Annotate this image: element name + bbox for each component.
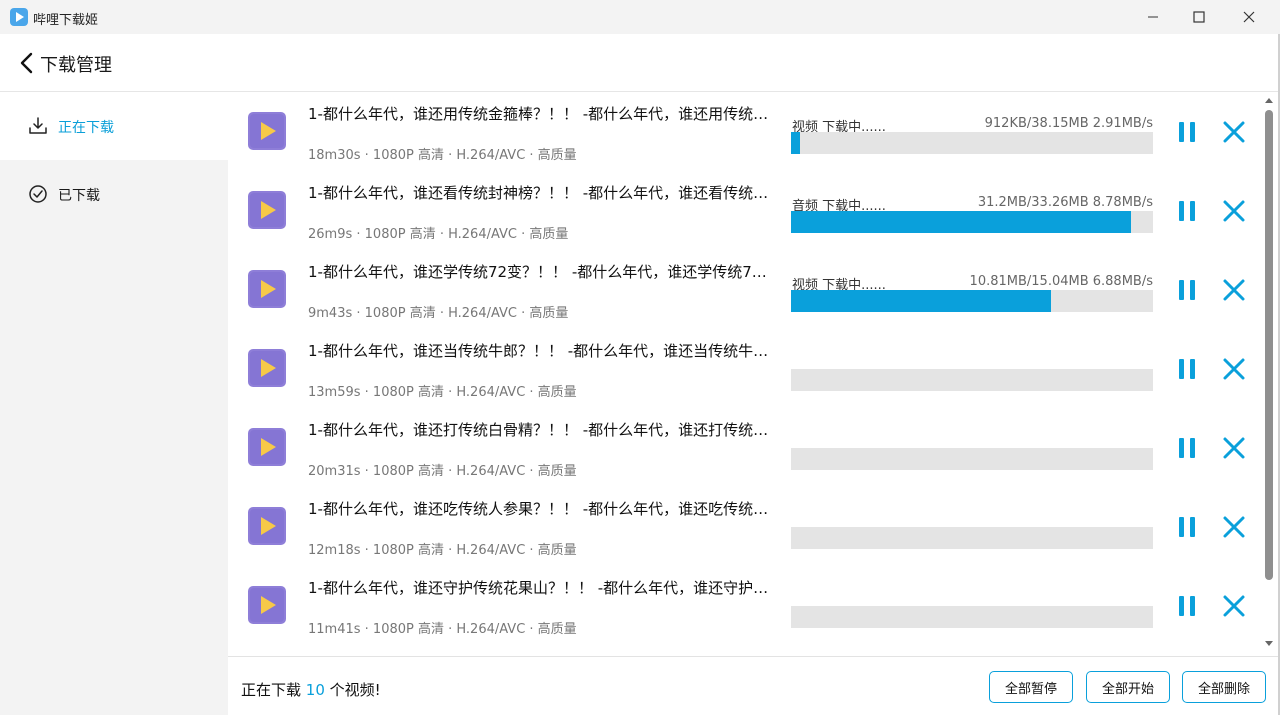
sidebar-background xyxy=(0,228,228,715)
scrollbar-thumb[interactable] xyxy=(1265,110,1273,580)
video-thumbnail-icon xyxy=(248,191,286,229)
list-item: 1-都什么年代，谁还用传统金箍棒？！！ -都什么年代，谁还用传统金箍棒？！！ 1… xyxy=(228,92,1258,171)
count-suffix: 个视频! xyxy=(324,681,381,699)
cancel-icon[interactable] xyxy=(1222,515,1246,539)
progress-bar xyxy=(791,290,1153,312)
download-speed: 31.2MB/33.26MB 8.78MB/s xyxy=(977,195,1153,210)
progress-fill xyxy=(791,211,1131,233)
cancel-icon[interactable] xyxy=(1222,594,1246,618)
video-meta: 12m18s · 1080P 高清 · H.264/AVC · 高质量 xyxy=(308,543,577,558)
pause-icon[interactable] xyxy=(1176,357,1198,381)
list-item: 1-都什么年代，谁还吃传统人参果？！！ -都什么年代，谁还吃传统人参果？！！ 1… xyxy=(228,487,1258,566)
progress-bar xyxy=(791,527,1153,549)
download-speed: 10.81MB/15.04MB 6.88MB/s xyxy=(969,274,1153,289)
pause-all-button[interactable]: 全部暂停 xyxy=(989,671,1073,703)
video-thumbnail-icon xyxy=(248,428,286,466)
list-scrollbar[interactable] xyxy=(1260,92,1278,656)
sidebar-item-label: 正在下载 xyxy=(58,120,114,136)
cancel-icon[interactable] xyxy=(1222,436,1246,460)
pause-icon[interactable] xyxy=(1176,594,1198,618)
minimize-button[interactable] xyxy=(1130,0,1176,34)
video-thumbnail-icon xyxy=(248,270,286,308)
page-title: 下载管理 xyxy=(40,55,112,76)
check-circle-icon xyxy=(29,185,47,203)
list-item: 1-都什么年代，谁还学传统72变？！！ -都什么年代，谁还学传统72变？！！ 9… xyxy=(228,250,1258,329)
footer-bar: 正在下载 10 个视频! 全部暂停 全部开始 全部删除 xyxy=(228,656,1280,716)
progress-bar xyxy=(791,211,1153,233)
video-thumbnail-icon xyxy=(248,112,286,150)
sidebar-item-label: 已下载 xyxy=(58,188,100,204)
pause-icon[interactable] xyxy=(1176,278,1198,302)
minimize-icon xyxy=(1148,16,1158,18)
count-prefix: 正在下载 xyxy=(241,681,306,699)
cancel-icon[interactable] xyxy=(1222,278,1246,302)
cancel-icon[interactable] xyxy=(1222,120,1246,144)
progress-fill xyxy=(791,132,800,154)
video-meta: 13m59s · 1080P 高清 · H.264/AVC · 高质量 xyxy=(308,385,577,400)
video-meta: 18m30s · 1080P 高清 · H.264/AVC · 高质量 xyxy=(308,148,577,163)
cancel-icon[interactable] xyxy=(1222,357,1246,381)
scroll-down-arrow-icon[interactable] xyxy=(1264,640,1274,648)
list-item: 1-都什么年代，谁还守护传统花果山？！！ -都什么年代，谁还守护传统花果山？！！… xyxy=(228,566,1258,645)
progress-bar xyxy=(791,132,1153,154)
sidebar-item-downloading[interactable]: 正在下载 xyxy=(0,92,228,160)
list-item: 1-都什么年代，谁还看传统封神榜？！！ -都什么年代，谁还看传统封神榜？！！ 2… xyxy=(228,171,1258,250)
video-meta: 11m41s · 1080P 高清 · H.264/AVC · 高质量 xyxy=(308,622,577,637)
download-count-text: 正在下载 10 个视频! xyxy=(241,679,381,700)
delete-all-button[interactable]: 全部删除 xyxy=(1182,671,1266,703)
list-item: 1-都什么年代，谁还当传统牛郎？！！ -都什么年代，谁还当传统牛郎？！！ 13m… xyxy=(228,329,1258,408)
progress-bar xyxy=(791,369,1153,391)
video-title: 1-都什么年代，谁还学传统72变？！！ -都什么年代，谁还学传统72变？！！ xyxy=(308,263,774,281)
pause-icon[interactable] xyxy=(1176,199,1198,223)
progress-bar xyxy=(791,606,1153,628)
download-list: 1-都什么年代，谁还用传统金箍棒？！！ -都什么年代，谁还用传统金箍棒？！！ 1… xyxy=(228,92,1280,656)
video-title: 1-都什么年代，谁还看传统封神榜？！！ -都什么年代，谁还看传统封神榜？！！ xyxy=(308,184,774,202)
back-arrow-icon[interactable] xyxy=(18,52,36,74)
video-thumbnail-icon xyxy=(248,586,286,624)
pause-icon[interactable] xyxy=(1176,436,1198,460)
maximize-icon xyxy=(1193,11,1205,23)
maximize-button[interactable] xyxy=(1176,0,1222,34)
download-count: 10 xyxy=(305,681,325,699)
close-window-button[interactable] xyxy=(1226,0,1272,34)
cancel-icon[interactable] xyxy=(1222,199,1246,223)
video-title: 1-都什么年代，谁还守护传统花果山？！！ -都什么年代，谁还守护传统花果山？！！ xyxy=(308,579,774,597)
window-title: 哔哩下载姬 xyxy=(33,13,99,28)
page-header: 下载管理 xyxy=(0,34,1280,92)
video-thumbnail-icon xyxy=(248,507,286,545)
video-meta: 20m31s · 1080P 高清 · H.264/AVC · 高质量 xyxy=(308,464,577,479)
video-title: 1-都什么年代，谁还吃传统人参果？！！ -都什么年代，谁还吃传统人参果？！！ xyxy=(308,500,774,518)
pause-icon[interactable] xyxy=(1176,120,1198,144)
video-meta: 9m43s · 1080P 高清 · H.264/AVC · 高质量 xyxy=(308,306,569,321)
title-bar: 哔哩下载姬 xyxy=(0,0,1280,34)
video-title: 1-都什么年代，谁还用传统金箍棒？！！ -都什么年代，谁还用传统金箍棒？！！ xyxy=(308,105,774,123)
app-logo-icon xyxy=(10,8,28,26)
video-title: 1-都什么年代，谁还打传统白骨精？！！ -都什么年代，谁还打传统白骨精？！！ xyxy=(308,421,774,439)
pause-icon[interactable] xyxy=(1176,515,1198,539)
progress-fill xyxy=(791,290,1052,312)
sidebar: 正在下载 已下载 xyxy=(0,92,228,715)
close-icon xyxy=(1243,11,1255,23)
progress-bar xyxy=(791,448,1153,470)
start-all-button[interactable]: 全部开始 xyxy=(1086,671,1170,703)
video-thumbnail-icon xyxy=(248,349,286,387)
download-icon xyxy=(29,117,47,134)
scroll-up-arrow-icon[interactable] xyxy=(1264,96,1274,104)
download-speed: 912KB/38.15MB 2.91MB/s xyxy=(984,116,1153,131)
list-item: 1-都什么年代，谁还打传统白骨精？！！ -都什么年代，谁还打传统白骨精？！！ 2… xyxy=(228,408,1258,487)
video-meta: 26m9s · 1080P 高清 · H.264/AVC · 高质量 xyxy=(308,227,569,242)
sidebar-item-downloaded[interactable]: 已下载 xyxy=(0,160,228,228)
video-title: 1-都什么年代，谁还当传统牛郎？！！ -都什么年代，谁还当传统牛郎？！！ xyxy=(308,342,774,360)
